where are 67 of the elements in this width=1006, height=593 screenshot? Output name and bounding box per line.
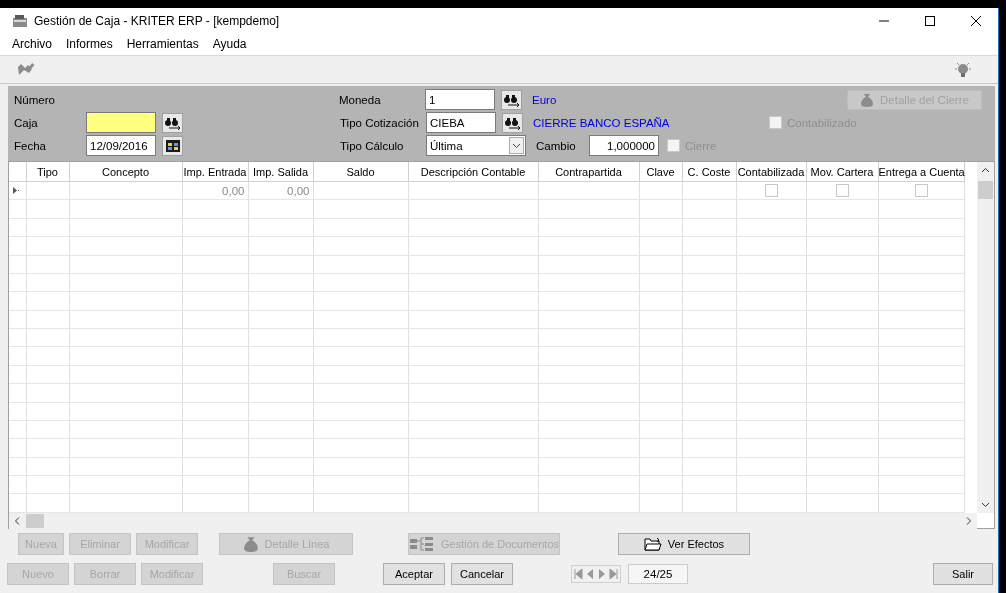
description-text: CIERRE BANCO ESPAÑA [533,116,671,129]
scroll-thumb[interactable] [978,181,993,199]
folder-icon [643,537,662,551]
column-header[interactable]: Saldo [313,162,408,182]
menu-item[interactable]: Informes [66,37,113,51]
column-header[interactable]: Clave [639,162,682,182]
column-header[interactable]: Imp. Salida [248,162,313,182]
scroll-thumb[interactable] [26,514,44,528]
search-button[interactable] [502,112,523,133]
record-counter: 24/25 [628,564,688,584]
checkbox[interactable] [764,184,778,198]
menu-item[interactable]: Ayuda [212,37,247,51]
vertical-scrollbar[interactable] [977,162,994,513]
calendar-button[interactable] [162,135,183,156]
exit-button[interactable]: Salir [933,563,993,585]
column-header[interactable]: Entrega a Cuenta [878,162,964,182]
search-button[interactable] [501,89,522,110]
horizontal-scrollbar[interactable] [9,513,977,529]
column-header[interactable]: Descripción Contable [408,162,538,182]
field-label: Tipo Cálculo [340,139,405,152]
app-icon [12,13,28,28]
input-field[interactable] [86,112,156,133]
binoculars-icon [163,115,182,130]
row-header [9,162,26,182]
bag-icon [860,92,875,107]
column-header[interactable]: Mov. Cartera [806,162,878,182]
calendar-icon [164,138,181,153]
column-header[interactable]: Tipo [26,162,69,182]
input-field[interactable]: 1,000000 [589,135,659,156]
maximize-icon[interactable] [924,14,936,27]
input-field[interactable]: 1 [425,89,495,110]
field-label: Caja [14,116,39,129]
chevron-down-icon [509,137,524,154]
action-button[interactable]: Cancelar [451,563,513,585]
close-icon[interactable] [970,14,982,27]
binoculars-icon [502,92,521,107]
field-label: Tipo Cotización [340,116,420,129]
column-header[interactable]: Imp. Entrada [182,162,248,182]
action-button[interactable]: Aceptar [383,563,445,585]
first-record-icon[interactable] [572,566,584,582]
action-button[interactable]: Ver Efectos [618,533,750,555]
binoculars-icon [503,115,522,130]
checkbox[interactable] [914,184,928,198]
field-label: Fecha [14,139,47,152]
column-header[interactable]: Contabilizada [736,162,806,182]
field-label: Cambio [536,139,577,152]
checkbox[interactable] [835,184,849,198]
column-header[interactable]: C. Coste [682,162,736,182]
table-cell: 0,00 [248,181,313,200]
row-indicator[interactable] [9,181,26,200]
description-text: Euro [532,93,558,106]
window-title: Gestión de Caja - KRITER ERP - [kempdemo] [34,13,280,28]
last-record-icon[interactable] [608,566,620,582]
column-header[interactable]: Contrapartida [538,162,639,182]
field-label: Moneda [339,93,382,106]
bulb-icon[interactable] [953,60,973,79]
column-header[interactable]: Concepto [69,162,182,182]
menu-item[interactable]: Herramientas [126,37,199,51]
field-label: Número [14,93,56,106]
tree-icon [409,537,435,551]
table-cell: 0,00 [182,181,248,200]
bag-icon [242,536,259,552]
input-field[interactable]: CIEBA [426,112,496,133]
menu-item[interactable]: Archivo [12,37,52,51]
dropdown[interactable]: Última [426,135,526,156]
search-button[interactable] [162,112,183,133]
date-field[interactable]: 12/09/2016 [86,135,156,156]
